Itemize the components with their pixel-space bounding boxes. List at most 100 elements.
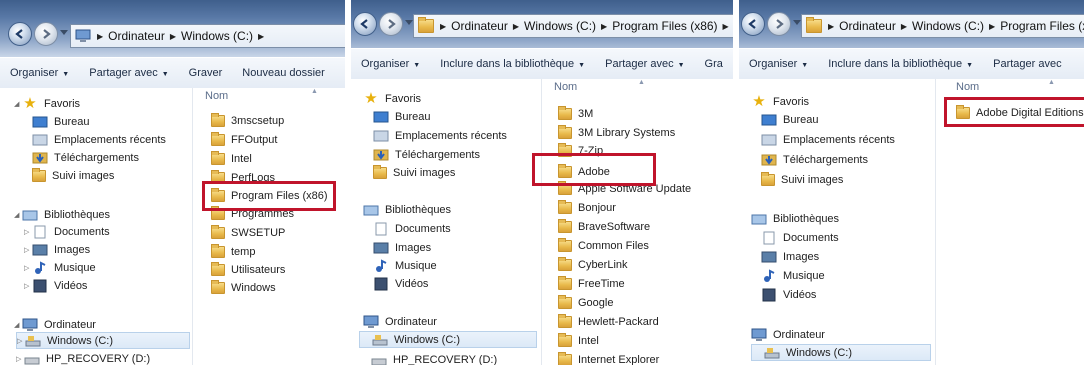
address-bar[interactable]: ▶ Ordinateur ▶ Windows (C:) ▶ <box>70 24 345 48</box>
column-header-nom[interactable]: Nom ▲ <box>542 79 733 99</box>
breadcrumb-ordinateur[interactable]: Ordinateur <box>448 19 511 33</box>
nav-telechargements[interactable]: Téléchargements <box>373 146 480 163</box>
nav-suivi-images[interactable]: Suivi images <box>32 167 114 184</box>
nav-ordinateur[interactable]: Ordinateur <box>363 313 437 330</box>
nav-windows-c[interactable]: Windows (C:) <box>359 331 537 348</box>
file-row[interactable]: Internet Explorer <box>558 351 659 365</box>
breadcrumb-ordinateur[interactable]: Ordinateur <box>836 19 899 33</box>
file-row[interactable]: Intel <box>211 150 252 167</box>
folder-icon <box>558 295 572 309</box>
organiser-button[interactable]: Organiser ▼ <box>0 67 79 79</box>
file-row[interactable]: Google <box>558 294 613 311</box>
music-icon <box>373 258 389 273</box>
nav-videos[interactable]: Vidéos <box>373 275 428 292</box>
nav-images[interactable]: Images <box>373 239 431 256</box>
breadcrumb-ordinateur[interactable]: Ordinateur <box>105 29 168 43</box>
address-bar[interactable]: ▶ Ordinateur ▶ Windows (C:) ▶ Program Fi… <box>413 14 733 38</box>
nav-bureau[interactable]: Bureau <box>32 113 89 130</box>
file-row[interactable]: Common Files <box>558 237 649 254</box>
breadcrumb-windows-c[interactable]: Windows (C:) <box>178 29 256 43</box>
nav-documents[interactable]: ▷ Documents <box>24 223 110 240</box>
file-row[interactable]: Windows <box>211 279 276 296</box>
nav-favoris[interactable]: ★ Favoris <box>751 93 809 110</box>
nav-documents[interactable]: Documents <box>373 220 451 237</box>
nav-ordinateur[interactable]: Ordinateur <box>751 326 825 343</box>
breadcrumb-program-files-x86[interactable]: Program Files (x86) <box>609 19 720 33</box>
nav-hp-recovery[interactable]: HP_RECOVERY (D:) <box>371 351 497 365</box>
folder-icon <box>761 172 775 186</box>
partager-button[interactable]: Partager avec <box>983 58 1071 70</box>
nav-musique[interactable]: Musique <box>373 257 437 274</box>
nav-telechargements[interactable]: Téléchargements <box>32 149 139 166</box>
nav-bibliotheques[interactable]: ◢ Bibliothèques <box>14 206 110 223</box>
inclure-bibliotheque-button[interactable]: Inclure dans la bibliothèque ▼ <box>430 58 595 70</box>
file-row[interactable]: Hewlett-Packard <box>558 313 659 330</box>
nav-images[interactable]: ▷ Images <box>24 241 90 258</box>
file-row[interactable]: 3mscsetup <box>211 112 284 129</box>
file-row[interactable]: SWSETUP <box>211 224 285 241</box>
file-row[interactable]: Bonjour <box>558 199 616 216</box>
address-bar[interactable]: ▶ Ordinateur ▶ Windows (C:) ▶ Program Fi… <box>801 14 1084 38</box>
nav-videos[interactable]: ▷ Vidéos <box>24 277 87 294</box>
nav-bibliotheques[interactable]: Bibliothèques <box>363 201 451 218</box>
nav-favoris[interactable]: ◢ ★ Favoris <box>14 95 80 112</box>
recent-pages-dropdown[interactable] <box>793 20 801 25</box>
images-icon <box>32 243 48 257</box>
file-row[interactable]: Utilisateurs <box>211 261 285 278</box>
partager-button[interactable]: Partager avec ▼ <box>79 67 178 79</box>
folder-icon <box>211 225 225 239</box>
nav-favoris[interactable]: ★ Favoris <box>363 90 421 107</box>
recent-pages-dropdown[interactable] <box>405 20 413 25</box>
nav-bibliotheques[interactable]: Bibliothèques <box>751 210 839 227</box>
nav-ordinateur[interactable]: ◢ Ordinateur <box>14 316 96 333</box>
recent-places-icon <box>761 133 777 147</box>
nav-suivi-images[interactable]: Suivi images <box>373 164 455 181</box>
organiser-button[interactable]: Organiser ▼ <box>351 58 430 70</box>
back-icon[interactable] <box>741 12 765 36</box>
forward-icon[interactable] <box>34 22 58 46</box>
nav-telechargements[interactable]: Téléchargements <box>761 151 868 168</box>
nav-videos[interactable]: Vidéos <box>761 286 816 303</box>
nav-suivi-images[interactable]: Suivi images <box>761 171 843 188</box>
nav-emplacements-recents[interactable]: Emplacements récents <box>373 127 507 144</box>
breadcrumb-windows-c[interactable]: Windows (C:) <box>909 19 987 33</box>
graver-button[interactable]: Graver <box>179 67 233 79</box>
breadcrumb-program-files-x86[interactable]: Program Files (x <box>997 19 1084 33</box>
file-row[interactable]: temp <box>211 243 255 260</box>
nouveau-dossier-button[interactable]: Nouveau dossier <box>232 67 335 79</box>
organiser-button[interactable]: Organiser ▼ <box>739 58 818 70</box>
nav-images[interactable]: Images <box>761 248 819 265</box>
nav-musique[interactable]: ▷ Musique <box>24 259 96 276</box>
file-row[interactable]: FreeTime <box>558 275 625 292</box>
inclure-bibliotheque-button[interactable]: Inclure dans la bibliothèque ▼ <box>818 58 983 70</box>
nav-emplacements-recents[interactable]: Emplacements récents <box>761 131 895 148</box>
title-bar: ▶ Ordinateur ▶ Windows (C:) ▶ <box>0 0 345 57</box>
file-list: Nom ▲ Adobe Digital Editions <box>936 79 1084 365</box>
forward-icon[interactable] <box>379 12 403 36</box>
file-row[interactable]: CyberLink <box>558 256 628 273</box>
nav-bureau[interactable]: Bureau <box>373 108 430 125</box>
folder-icon <box>558 238 572 252</box>
breadcrumb-windows-c[interactable]: Windows (C:) <box>521 19 599 33</box>
back-icon[interactable] <box>353 12 377 36</box>
nav-musique[interactable]: Musique <box>761 267 825 284</box>
recent-pages-dropdown[interactable] <box>60 30 68 35</box>
back-icon[interactable] <box>8 22 32 46</box>
nav-windows-c[interactable]: Windows (C:) <box>751 344 931 361</box>
graver-button[interactable]: Gra <box>695 58 733 70</box>
file-row[interactable]: FFOutput <box>211 131 277 148</box>
file-row[interactable]: 3M Library Systems <box>558 124 675 141</box>
column-header-nom[interactable]: Nom ▲ <box>193 88 345 108</box>
nav-hp-recovery[interactable]: ▷ HP_RECOVERY (D:) <box>16 350 150 365</box>
file-row[interactable]: BraveSoftware <box>558 218 650 235</box>
nav-documents[interactable]: Documents <box>761 229 839 246</box>
nav-windows-c[interactable]: ▷ Windows (C:) <box>16 332 190 349</box>
recent-places-icon <box>32 133 48 147</box>
nav-bureau[interactable]: Bureau <box>761 111 818 128</box>
nav-emplacements-recents[interactable]: Emplacements récents <box>32 131 166 148</box>
navigation-buttons <box>8 22 68 50</box>
file-row[interactable]: 3M <box>558 105 593 122</box>
partager-button[interactable]: Partager avec ▼ <box>595 58 694 70</box>
file-row[interactable]: Intel <box>558 332 599 349</box>
forward-icon[interactable] <box>767 12 791 36</box>
